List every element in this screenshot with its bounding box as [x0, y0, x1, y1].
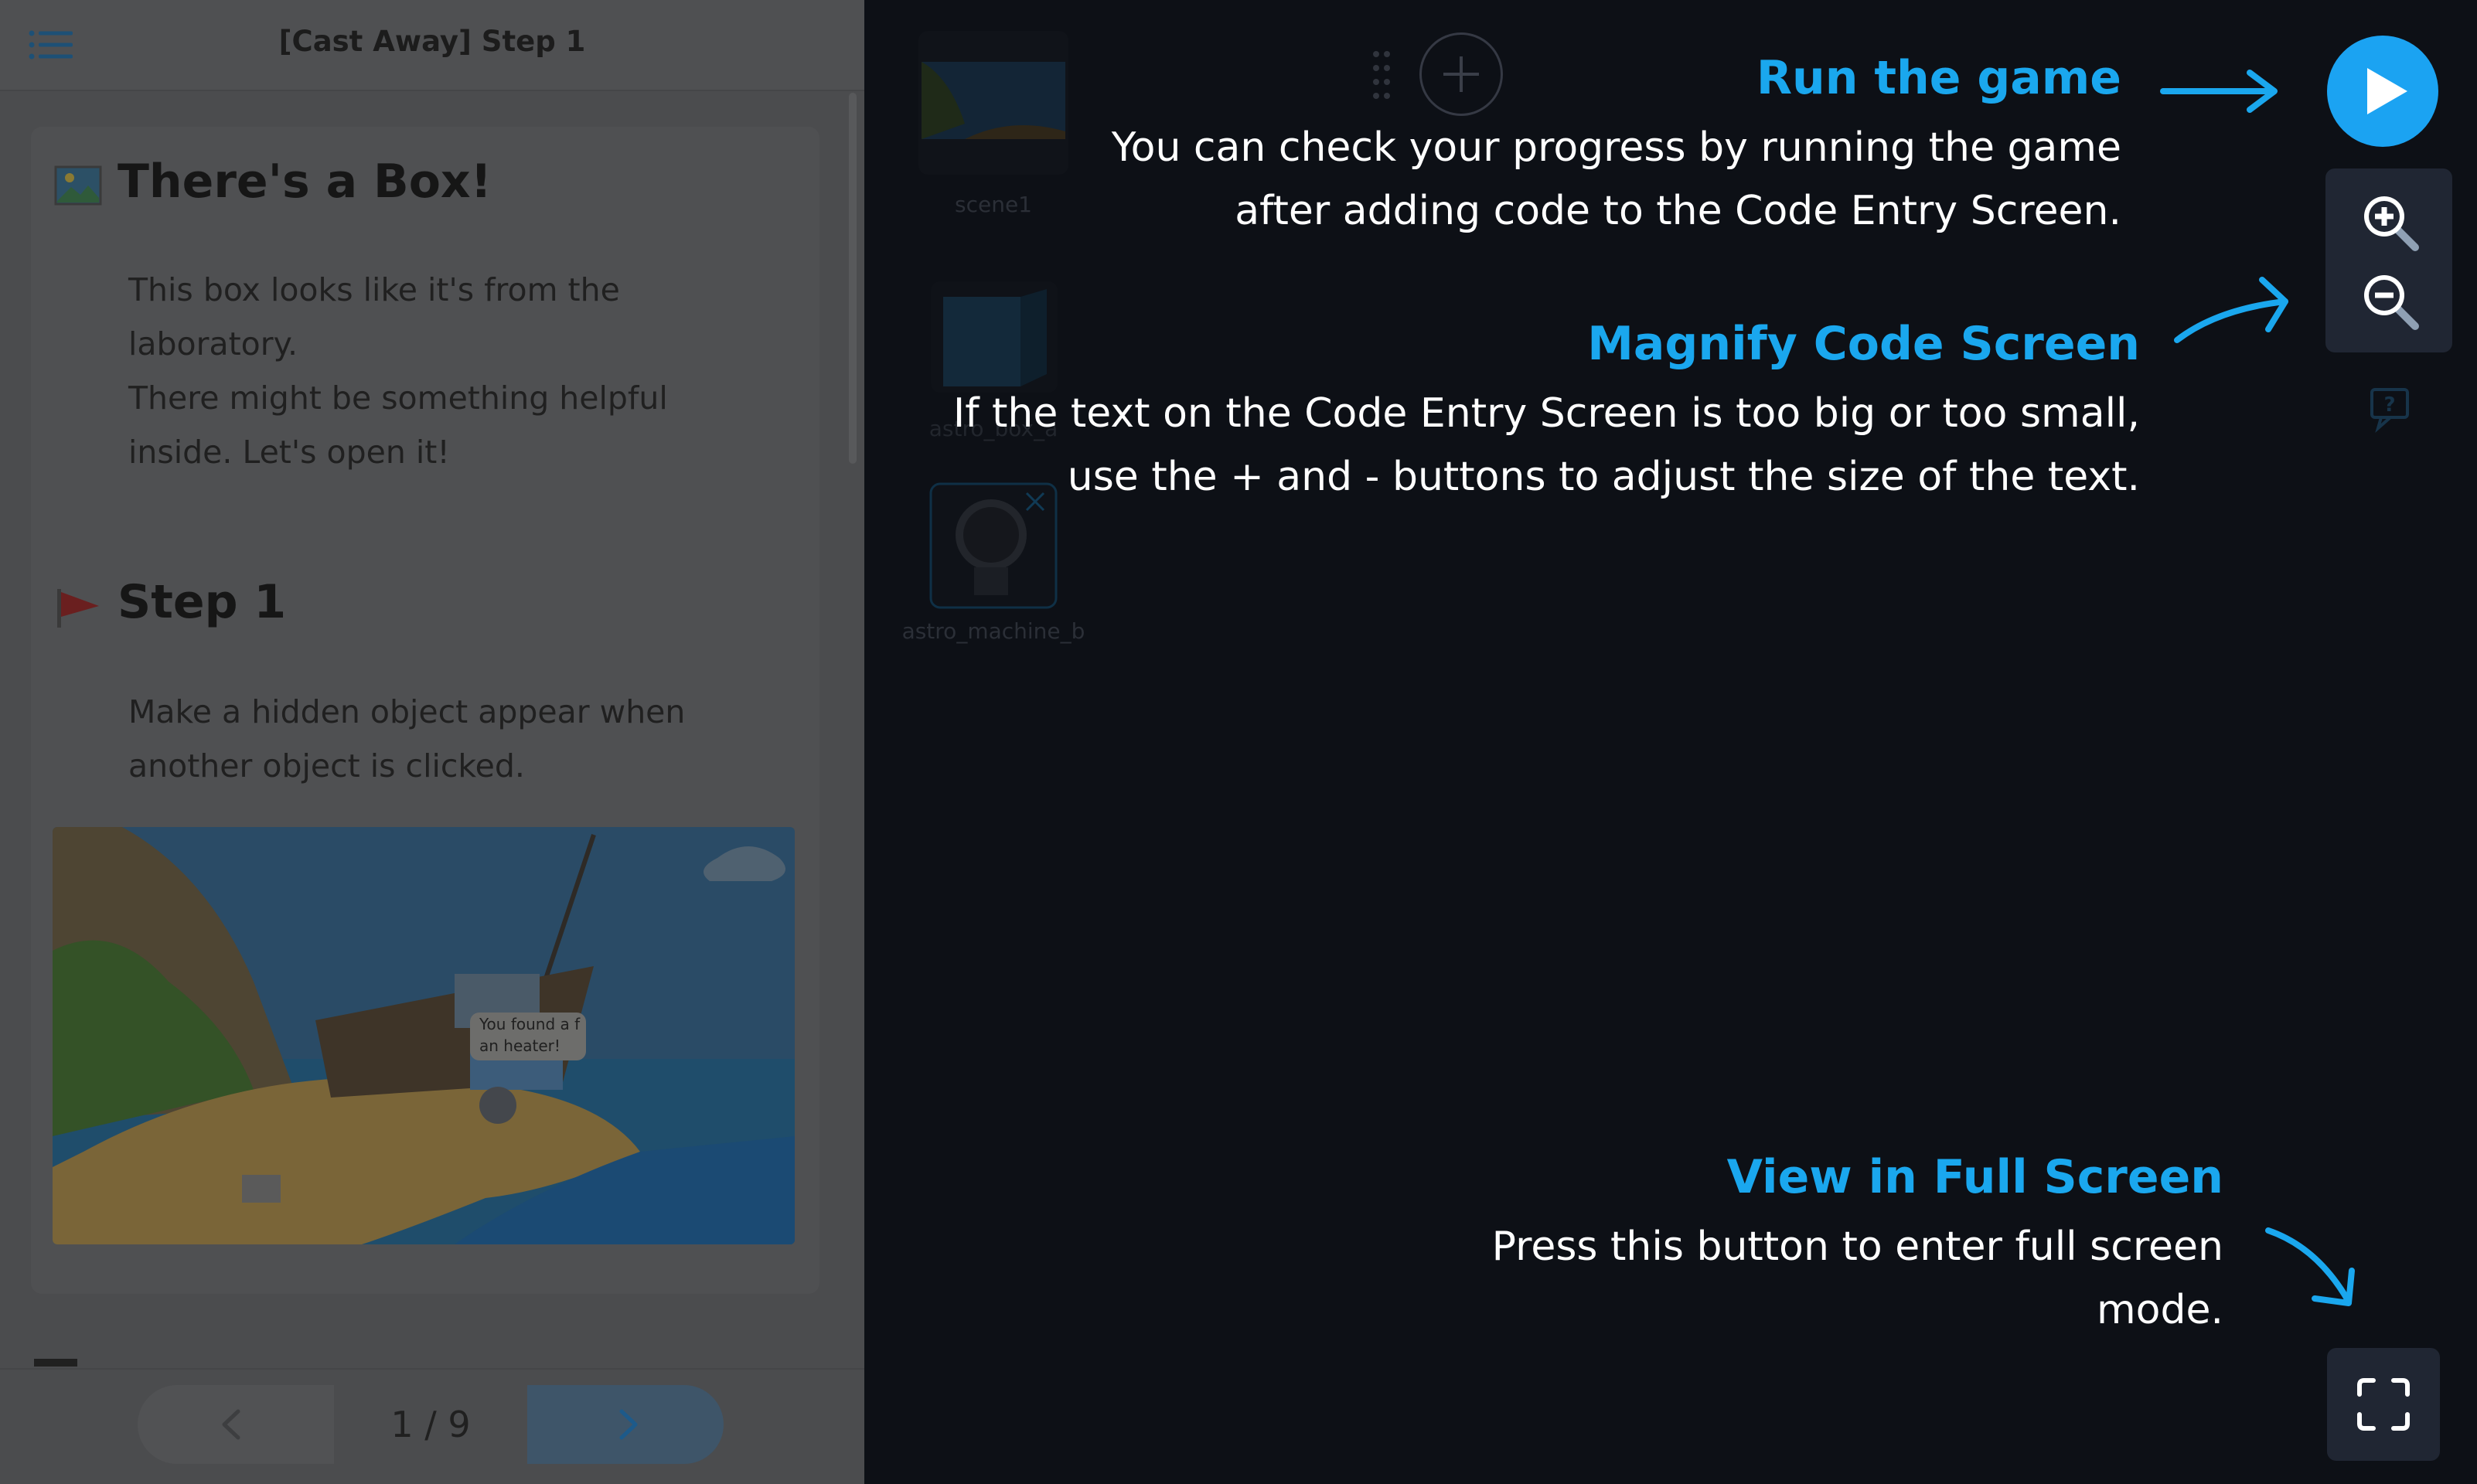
svg-text:?: ? [2383, 393, 2395, 417]
scene-caption: an heater! [479, 1036, 560, 1055]
callout-magnify-desc: If the text on the Code Entry Screen is … [952, 390, 2140, 500]
section-body: Make a hidden object appear when another… [128, 685, 762, 793]
drag-handle-icon[interactable] [1371, 49, 1392, 99]
body-line: This box looks like it's from the labora… [128, 271, 620, 362]
zoom-in-icon[interactable] [2359, 192, 2421, 254]
sprite-thumbnail-astro-box[interactable] [931, 281, 1058, 393]
scene-caption: You found a f [479, 1015, 581, 1033]
prev-page-button[interactable] [138, 1385, 334, 1464]
callout-run-desc: You can check your progress by running t… [1111, 124, 2121, 234]
section-title: Step 1 [118, 575, 287, 629]
sprite-label: astro_machine_b [901, 618, 1085, 644]
add-sprite-button[interactable] [1419, 32, 1503, 116]
callout-fullscreen-desc: Press this button to enter full screen m… [1491, 1224, 2223, 1333]
callout-magnify-title: Magnify Code Screen [1587, 317, 2140, 371]
flag-icon [57, 589, 99, 628]
help-icon[interactable]: ? [2369, 385, 2417, 433]
page-indicator: 1 / 9 [390, 1404, 471, 1445]
lesson-title: [Cast Away] Step 1 [278, 25, 586, 58]
fullscreen-icon [2357, 1378, 2410, 1431]
arrow-icon [2174, 277, 2288, 343]
chevron-right-icon [619, 1409, 638, 1440]
arrow-icon [2265, 1227, 2355, 1306]
next-section-icon [34, 1359, 77, 1367]
arrow-icon [2160, 70, 2278, 113]
play-icon [2367, 68, 2407, 114]
lesson-header: [Cast Away] Step 1 [0, 0, 864, 91]
fullscreen-button[interactable] [2327, 1348, 2440, 1461]
chevron-left-icon [222, 1409, 240, 1440]
callout-fullscreen-title: View in Full Screen [1726, 1150, 2223, 1204]
section-title: There's a Box! [118, 155, 492, 209]
pagination-bar: 1 / 9 [0, 1368, 864, 1484]
body-line: Make a hidden object appear when another… [128, 693, 686, 785]
zoom-controls [2325, 168, 2452, 352]
plus-icon [1443, 56, 1479, 92]
lesson-panel: [Cast Away] Step 1 There's a Box! This b… [0, 0, 864, 1484]
body-line: There might be something helpful inside.… [128, 380, 668, 471]
callout-run-title: Run the game [1756, 51, 2121, 105]
scrollbar[interactable] [849, 93, 857, 464]
run-game-button[interactable] [2327, 36, 2438, 147]
zoom-out-icon[interactable] [2359, 271, 2421, 332]
section-body: This box looks like it's from the labora… [128, 263, 762, 479]
scene-illustration: You found a f an heater! [53, 827, 795, 1244]
next-page-button[interactable] [527, 1385, 724, 1464]
image-icon [54, 165, 102, 206]
